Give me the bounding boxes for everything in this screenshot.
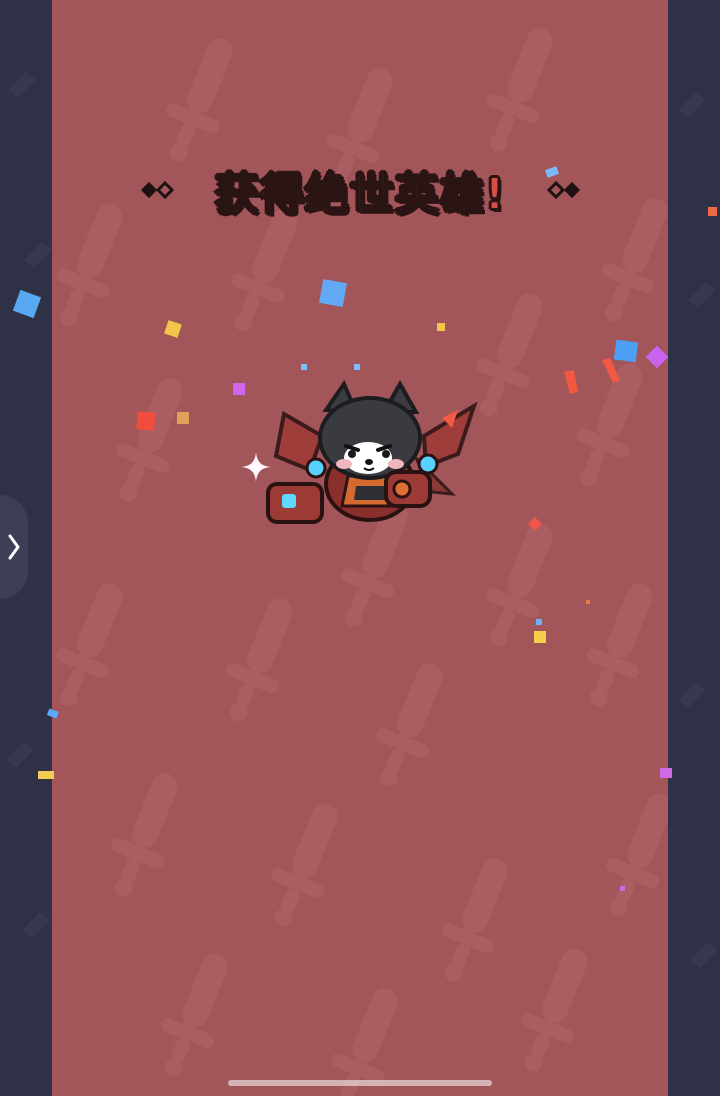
confetti-layer bbox=[12, 166, 717, 891]
chevron-right-icon bbox=[8, 534, 20, 560]
armored-wolf-hero-icon[interactable] bbox=[248, 376, 488, 536]
side-expand-tab[interactable] bbox=[0, 495, 28, 599]
reward-screen: 获得绝世英雄! bbox=[0, 0, 720, 1096]
home-indicator[interactable] bbox=[228, 1080, 492, 1086]
